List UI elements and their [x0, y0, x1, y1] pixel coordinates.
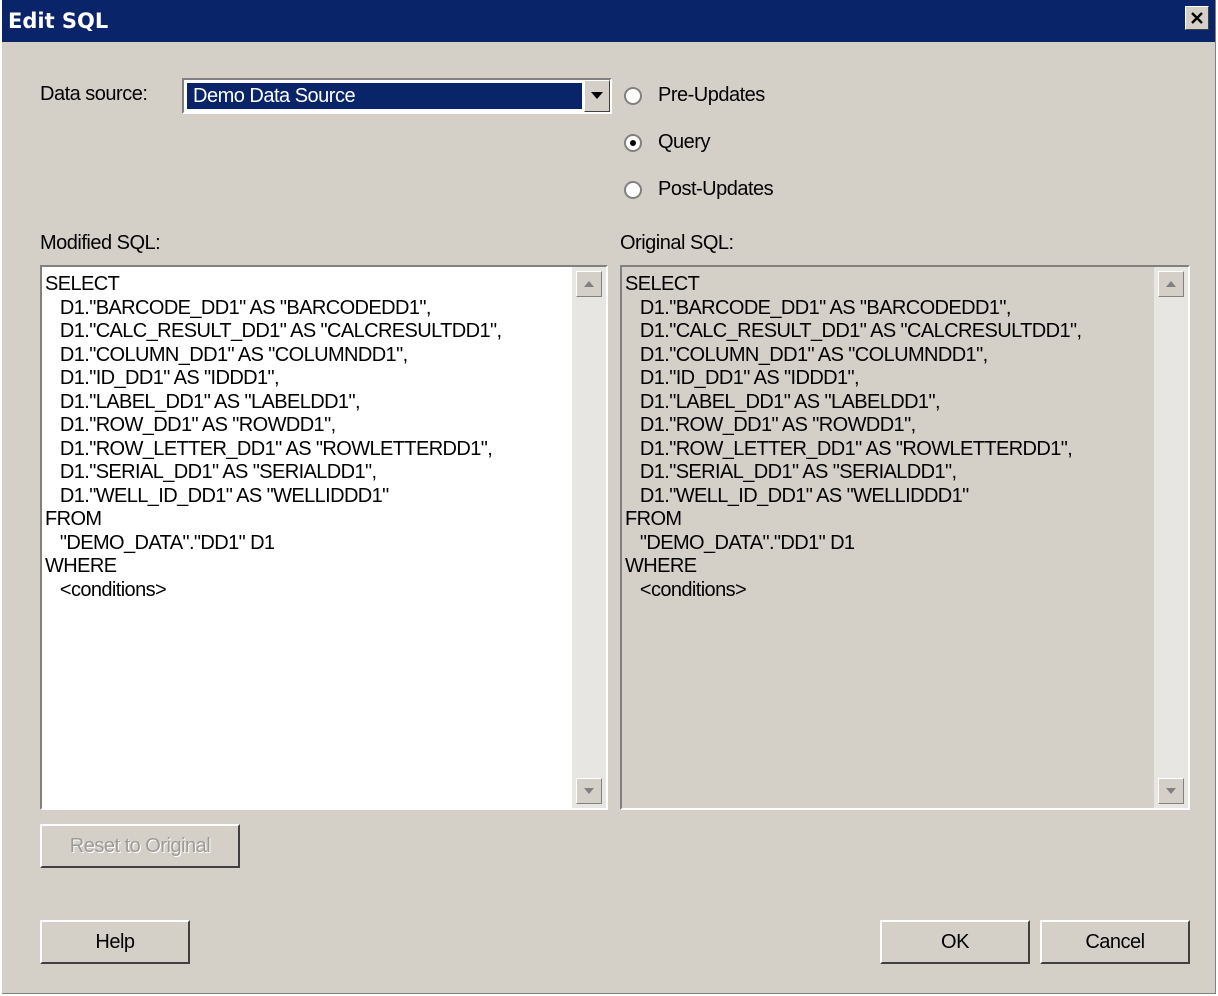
modified-sql-label: Modified SQL:	[40, 232, 161, 254]
ok-button[interactable]: OK	[880, 920, 1030, 964]
radio-button[interactable]	[624, 180, 642, 199]
radio-pre-updates[interactable]: Pre-Updates	[624, 84, 765, 107]
arrow-up-icon	[1166, 281, 1176, 287]
reset-to-original-button[interactable]: Reset to Original	[40, 824, 240, 868]
edit-sql-dialog: Edit SQL Data source: Demo Data Source P…	[2, 0, 1216, 994]
scroll-up-button[interactable]	[576, 271, 602, 297]
dropdown-button[interactable]	[584, 80, 610, 112]
radio-selected-dot	[630, 139, 636, 146]
modified-sql-editor[interactable]: SELECT D1."BARCODE_DD1" AS "BARCODEDD1",…	[40, 265, 608, 810]
close-button[interactable]	[1185, 6, 1209, 30]
original-sql-label: Original SQL:	[620, 232, 734, 254]
cancel-button[interactable]: Cancel	[1040, 920, 1190, 964]
scroll-up-button[interactable]	[1158, 271, 1184, 297]
original-sql-text: SELECT D1."BARCODE_DD1" AS "BARCODEDD1",…	[625, 273, 1082, 601]
modified-sql-text[interactable]: SELECT D1."BARCODE_DD1" AS "BARCODEDD1",…	[45, 273, 576, 808]
radio-button[interactable]	[624, 133, 642, 152]
title-bar[interactable]: Edit SQL	[2, 0, 1215, 42]
arrow-down-icon	[584, 788, 594, 794]
help-button[interactable]: Help	[40, 920, 190, 964]
scroll-down-button[interactable]	[576, 778, 602, 804]
arrow-down-icon	[1166, 788, 1176, 794]
original-sql-viewer[interactable]: SELECT D1."BARCODE_DD1" AS "BARCODEDD1",…	[620, 265, 1190, 810]
radio-post-updates[interactable]: Post-Updates	[624, 178, 774, 201]
radio-label: Pre-Updates	[658, 84, 765, 106]
chevron-down-icon	[591, 92, 603, 99]
radio-label: Query	[658, 131, 710, 153]
radio-button[interactable]	[624, 86, 642, 105]
window-title: Edit SQL	[8, 9, 109, 33]
radio-query[interactable]: Query	[624, 131, 710, 154]
vertical-scrollbar[interactable]	[572, 267, 606, 808]
radio-label: Post-Updates	[658, 178, 774, 200]
data-source-selected: Demo Data Source	[187, 83, 582, 109]
vertical-scrollbar[interactable]	[1154, 267, 1188, 808]
arrow-up-icon	[584, 281, 594, 287]
scroll-down-button[interactable]	[1158, 778, 1184, 804]
data-source-label: Data source:	[40, 83, 148, 105]
close-icon	[1191, 12, 1203, 24]
data-source-dropdown[interactable]: Demo Data Source	[182, 78, 612, 114]
